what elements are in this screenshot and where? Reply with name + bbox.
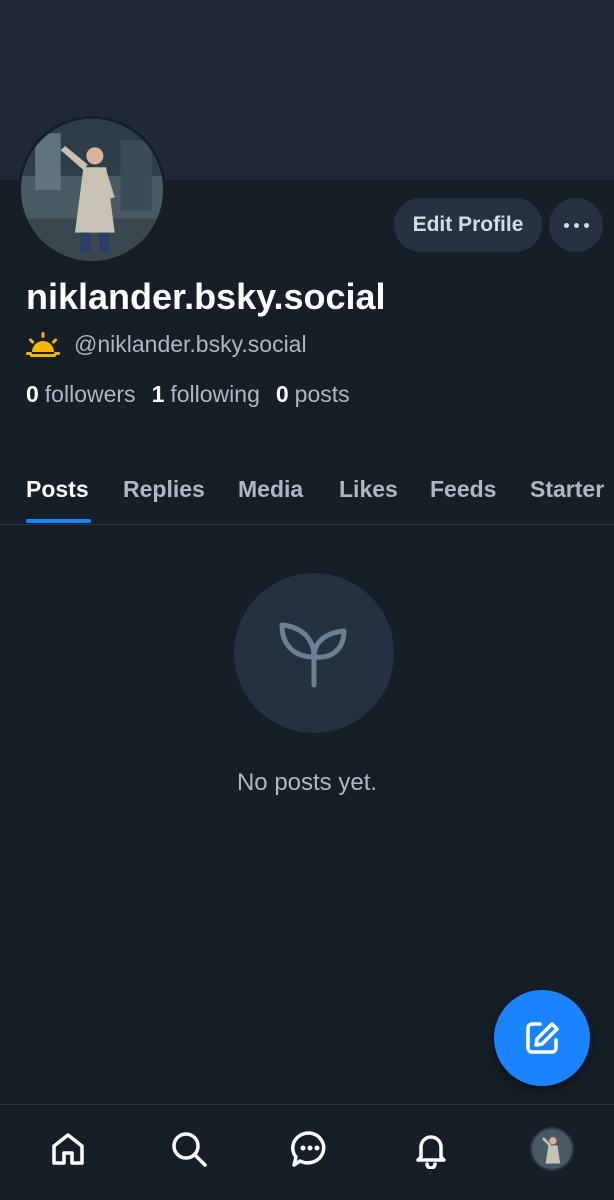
edit-profile-button[interactable]: Edit Profile (394, 198, 542, 252)
bottom-navigation (0, 1104, 614, 1200)
compose-icon (526, 1022, 559, 1054)
handle-row: @niklander.bsky.social (26, 330, 307, 358)
profile-avatar[interactable] (18, 116, 166, 264)
empty-state-message: No posts yet. (236, 769, 378, 796)
search-icon (172, 1132, 207, 1167)
profile-stats: 0 followers 1 following 0 posts (26, 381, 366, 408)
chat-icon (291, 1131, 326, 1167)
home-icon (52, 1133, 84, 1165)
posts-stat: 0 posts (275, 381, 350, 407)
empty-state-illustration (234, 573, 394, 733)
tab-likes[interactable]: Likes (339, 476, 398, 503)
nav-home[interactable] (46, 1127, 90, 1171)
tab-posts[interactable]: Posts (26, 476, 89, 503)
tab-feeds[interactable]: Feeds (430, 476, 496, 503)
bell-icon (416, 1135, 446, 1169)
sprout-icon (279, 622, 347, 688)
nav-search[interactable] (167, 1127, 211, 1171)
tab-media[interactable]: Media (238, 476, 303, 503)
followers-stat[interactable]: 0 followers (26, 381, 136, 408)
active-tab-indicator (26, 519, 91, 523)
following-stat[interactable]: 1 following (152, 381, 260, 408)
profile-handle: @niklander.bsky.social (74, 330, 307, 357)
profile-tabs: Posts Replies Media Likes Feeds Starter (0, 460, 614, 525)
avatar-image (21, 119, 163, 261)
tab-replies[interactable]: Replies (123, 476, 205, 503)
nav-profile[interactable] (530, 1127, 574, 1171)
sunrise-emoji-icon (26, 332, 60, 357)
ellipsis-icon (563, 222, 569, 228)
display-name: niklander.bsky.social (26, 276, 386, 317)
tab-starter[interactable]: Starter (530, 476, 604, 503)
nav-chat[interactable] (288, 1127, 332, 1171)
nav-notifications[interactable] (409, 1127, 453, 1171)
profile-avatar (532, 1129, 572, 1169)
more-options-button[interactable] (549, 198, 603, 252)
compose-button[interactable] (494, 990, 590, 1086)
